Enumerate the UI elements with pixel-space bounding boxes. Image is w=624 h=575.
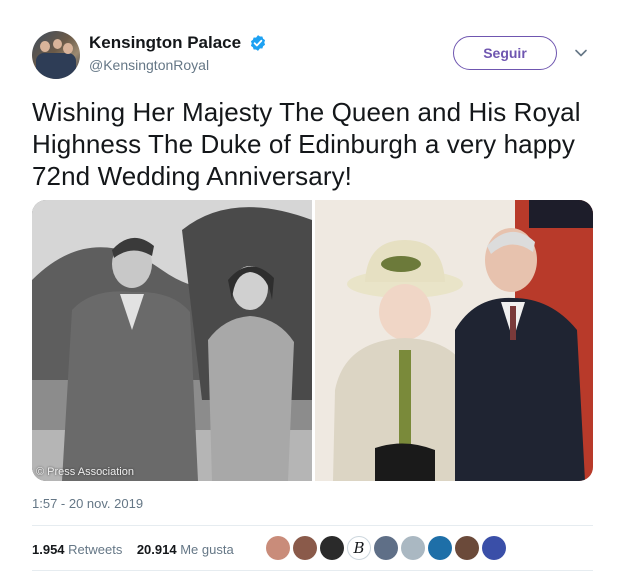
liker-avatar[interactable] bbox=[266, 536, 290, 560]
retweets-label: Retweets bbox=[68, 542, 123, 557]
retweets-count: 1.954 bbox=[32, 542, 65, 557]
liker-avatar[interactable] bbox=[482, 536, 506, 560]
tweet-media[interactable]: © Press Association bbox=[32, 200, 593, 481]
liker-avatar[interactable] bbox=[455, 536, 479, 560]
account-handle[interactable]: @KensingtonRoyal bbox=[89, 57, 209, 73]
liker-avatar[interactable] bbox=[401, 536, 425, 560]
verified-badge-icon bbox=[250, 35, 266, 51]
divider-bottom bbox=[32, 570, 593, 571]
follow-button[interactable]: Seguir bbox=[453, 36, 557, 70]
liker-avatar[interactable] bbox=[320, 536, 344, 560]
wedding-photo-left[interactable]: © Press Association bbox=[32, 200, 312, 481]
tweet-text: Wishing Her Majesty The Queen and His Ro… bbox=[32, 97, 581, 191]
anniversary-photo-right[interactable] bbox=[315, 200, 593, 481]
likes-stat[interactable]: 20.914 Me gusta bbox=[137, 542, 234, 557]
chevron-down-icon[interactable] bbox=[574, 46, 588, 60]
color-couple-photo bbox=[315, 200, 593, 481]
likes-count: 20.914 bbox=[136, 542, 177, 557]
likes-label: Me gusta bbox=[180, 542, 234, 557]
account-name[interactable]: Kensington Palace bbox=[89, 33, 241, 53]
retweets-stat[interactable]: 1.954 Retweets bbox=[32, 542, 122, 557]
black-white-couple-photo bbox=[32, 200, 312, 481]
account-avatar[interactable] bbox=[32, 31, 80, 79]
tweet-stats: 1.954 Retweets 20.914 Me gusta bbox=[32, 542, 234, 557]
photo-credit: © Press Association bbox=[36, 466, 134, 478]
liker-avatar[interactable]: B bbox=[347, 536, 371, 560]
tweet-timestamp[interactable]: 1:57 - 20 nov. 2019 bbox=[32, 496, 143, 511]
divider-top bbox=[32, 525, 593, 526]
liker-avatar[interactable] bbox=[374, 536, 398, 560]
liker-avatar[interactable] bbox=[428, 536, 452, 560]
liker-avatar[interactable] bbox=[293, 536, 317, 560]
